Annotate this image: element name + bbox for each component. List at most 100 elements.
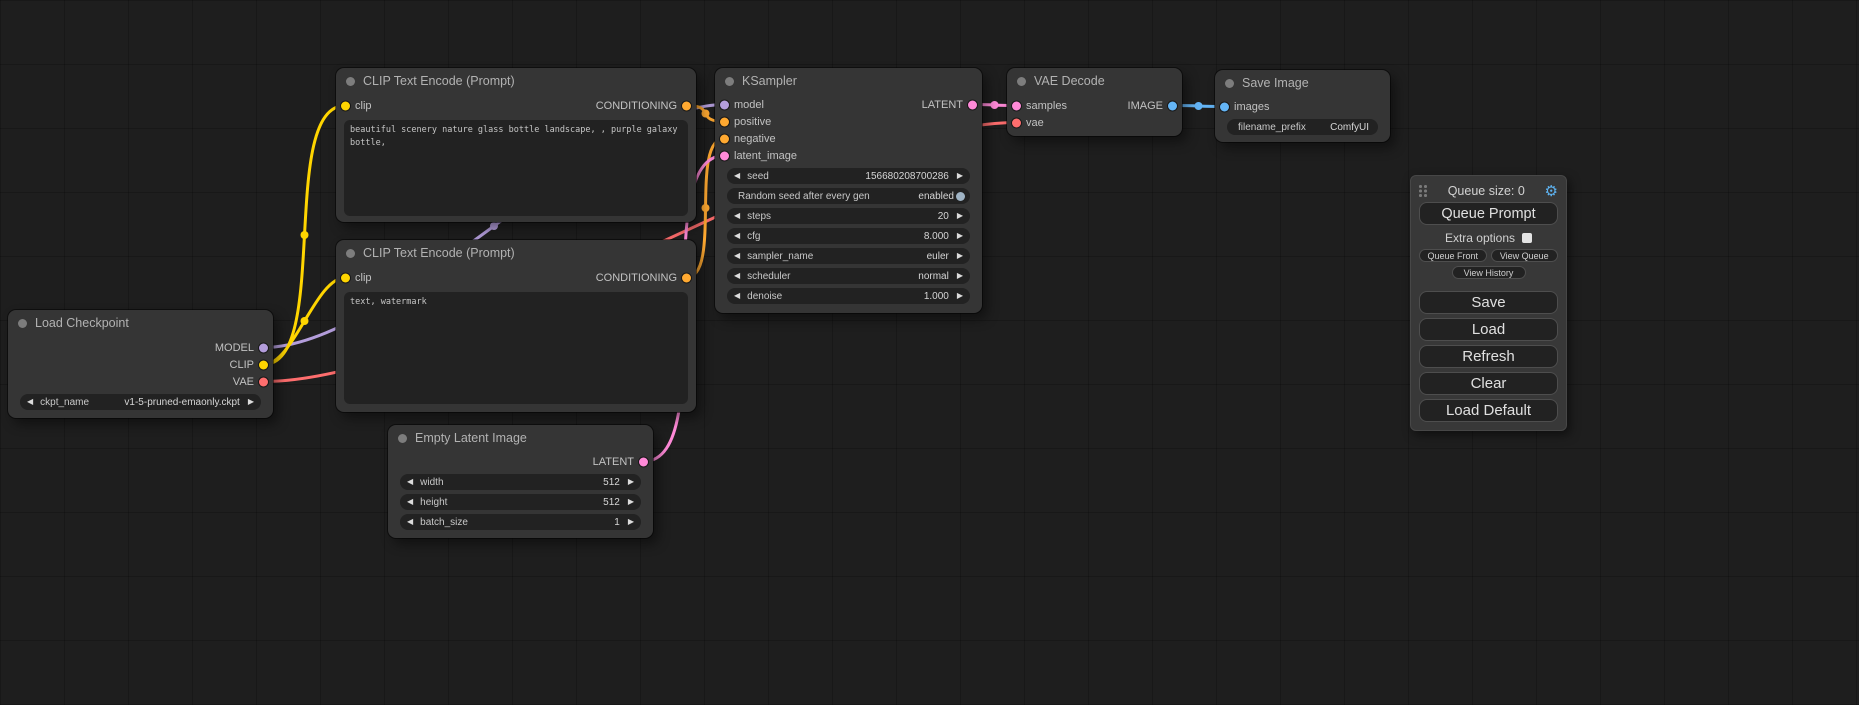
widget-label: batch_size <box>420 517 614 528</box>
ckpt-name-widget[interactable]: ◀ ckpt_name v1-5-pruned-emaonly.ckpt ▶ <box>20 394 261 410</box>
decrement-arrow-icon[interactable]: ◀ <box>407 498 413 506</box>
increment-arrow-icon[interactable]: ▶ <box>957 232 963 240</box>
node-title-bar[interactable]: CLIP Text Encode (Prompt) <box>336 240 696 266</box>
clip-input-dot[interactable] <box>341 101 350 110</box>
widget-value: 512 <box>603 477 620 488</box>
node-load-checkpoint[interactable]: Load Checkpoint MODEL CLIP VAE ◀ ckpt_na… <box>8 310 273 418</box>
conditioning-output-dot[interactable] <box>682 101 691 110</box>
node-title-bar[interactable]: Empty Latent Image <box>388 425 653 451</box>
filename-prefix-widget[interactable]: filename_prefix ComfyUI <box>1227 119 1378 135</box>
clear-button[interactable]: Clear <box>1419 372 1558 395</box>
queue-panel[interactable]: Queue size: 0 ⚙ Queue Prompt Extra optio… <box>1410 175 1567 431</box>
increment-arrow-icon[interactable]: ▶ <box>957 212 963 220</box>
latent-output-dot[interactable] <box>968 100 977 109</box>
random-seed-toggle-widget[interactable]: Random seed after every gen enabled <box>727 188 970 204</box>
toggle-indicator-dot[interactable] <box>956 192 965 201</box>
refresh-button[interactable]: Refresh <box>1419 345 1558 368</box>
cfg-widget[interactable]: ◀ cfg 8.000 ▶ <box>727 228 970 244</box>
next-value-arrow-icon[interactable]: ▶ <box>957 252 963 260</box>
decrement-arrow-icon[interactable]: ◀ <box>734 292 740 300</box>
increment-arrow-icon[interactable]: ▶ <box>628 518 634 526</box>
queue-prompt-button[interactable]: Queue Prompt <box>1419 202 1558 225</box>
collapse-dot-icon[interactable] <box>398 434 407 443</box>
decrement-arrow-icon[interactable]: ◀ <box>734 172 740 180</box>
node-clip-text-encode-positive[interactable]: CLIP Text Encode (Prompt) clip CONDITION… <box>336 68 696 222</box>
node-title-bar[interactable]: Save Image <box>1215 70 1390 96</box>
node-clip-text-encode-negative[interactable]: CLIP Text Encode (Prompt) clip CONDITION… <box>336 240 696 412</box>
widget-label: seed <box>747 171 865 182</box>
collapse-dot-icon[interactable] <box>1225 79 1234 88</box>
denoise-widget[interactable]: ◀ denoise 1.000 ▶ <box>727 288 970 304</box>
node-title-bar[interactable]: CLIP Text Encode (Prompt) <box>336 68 696 94</box>
clip-input-dot[interactable] <box>341 273 350 282</box>
width-widget[interactable]: ◀ width 512 ▶ <box>400 474 641 490</box>
collapse-dot-icon[interactable] <box>346 77 355 86</box>
next-value-arrow-icon[interactable]: ▶ <box>957 272 963 280</box>
node-title-bar[interactable]: KSampler <box>715 68 982 94</box>
scheduler-widget[interactable]: ◀ scheduler normal ▶ <box>727 268 970 284</box>
seed-widget[interactable]: ◀ seed 156680208700286 ▶ <box>727 168 970 184</box>
prev-value-arrow-icon[interactable]: ◀ <box>27 398 33 406</box>
save-button[interactable]: Save <box>1419 291 1558 314</box>
increment-arrow-icon[interactable]: ▶ <box>628 498 634 506</box>
slot-row: model LATENT <box>715 96 982 113</box>
sampler-name-widget[interactable]: ◀ sampler_name euler ▶ <box>727 248 970 264</box>
node-ksampler[interactable]: KSampler model LATENT positive negative … <box>715 68 982 313</box>
prompt-textarea[interactable]: beautiful scenery nature glass bottle la… <box>344 120 688 216</box>
input-slot-negative: negative <box>715 130 982 147</box>
collapse-dot-icon[interactable] <box>346 249 355 258</box>
queue-front-button[interactable]: Queue Front <box>1419 249 1487 262</box>
vae-input-dot[interactable] <box>1012 118 1021 127</box>
collapse-dot-icon[interactable] <box>725 77 734 86</box>
decrement-arrow-icon[interactable]: ◀ <box>407 478 413 486</box>
latent-image-input-dot[interactable] <box>720 151 729 160</box>
model-input-dot[interactable] <box>720 100 729 109</box>
prev-value-arrow-icon[interactable]: ◀ <box>734 272 740 280</box>
node-empty-latent-image[interactable]: Empty Latent Image LATENT ◀ width 512 ▶ … <box>388 425 653 538</box>
vae-output-dot[interactable] <box>259 377 268 386</box>
positive-input-dot[interactable] <box>720 117 729 126</box>
view-history-button[interactable]: View History <box>1452 266 1526 279</box>
view-queue-button[interactable]: View Queue <box>1491 249 1559 262</box>
extra-options-checkbox[interactable] <box>1522 233 1532 243</box>
widget-label: cfg <box>747 231 924 242</box>
negative-input-dot[interactable] <box>720 134 729 143</box>
slot-label: negative <box>734 133 776 145</box>
node-title: CLIP Text Encode (Prompt) <box>363 74 515 88</box>
model-output-dot[interactable] <box>259 343 268 352</box>
decrement-arrow-icon[interactable]: ◀ <box>407 518 413 526</box>
clip-output-dot[interactable] <box>259 360 268 369</box>
widget-value: 156680208700286 <box>865 171 948 182</box>
increment-arrow-icon[interactable]: ▶ <box>628 478 634 486</box>
increment-arrow-icon[interactable]: ▶ <box>957 292 963 300</box>
prompt-textarea[interactable]: text, watermark <box>344 292 688 404</box>
collapse-dot-icon[interactable] <box>1017 77 1026 86</box>
height-widget[interactable]: ◀ height 512 ▶ <box>400 494 641 510</box>
samples-input-dot[interactable] <box>1012 101 1021 110</box>
steps-widget[interactable]: ◀ steps 20 ▶ <box>727 208 970 224</box>
node-title-bar[interactable]: Load Checkpoint <box>8 310 273 336</box>
latent-output-dot[interactable] <box>639 457 648 466</box>
slot-label: positive <box>734 116 771 128</box>
slot-label: LATENT <box>593 456 634 468</box>
load-button[interactable]: Load <box>1419 318 1558 341</box>
node-title: Save Image <box>1242 76 1309 90</box>
decrement-arrow-icon[interactable]: ◀ <box>734 212 740 220</box>
increment-arrow-icon[interactable]: ▶ <box>957 172 963 180</box>
next-value-arrow-icon[interactable]: ▶ <box>248 398 254 406</box>
conditioning-output-dot[interactable] <box>682 273 691 282</box>
load-default-button[interactable]: Load Default <box>1419 399 1558 422</box>
batch-size-widget[interactable]: ◀ batch_size 1 ▶ <box>400 514 641 530</box>
node-vae-decode[interactable]: VAE Decode samples IMAGE vae <box>1007 68 1182 136</box>
widget-label: Random seed after every gen <box>738 191 918 202</box>
node-title-bar[interactable]: VAE Decode <box>1007 68 1182 94</box>
drag-handle-icon[interactable] <box>1419 185 1428 197</box>
node-save-image[interactable]: Save Image images filename_prefix ComfyU… <box>1215 70 1390 142</box>
decrement-arrow-icon[interactable]: ◀ <box>734 232 740 240</box>
collapse-dot-icon[interactable] <box>18 319 27 328</box>
images-input-dot[interactable] <box>1220 102 1229 111</box>
slot-label: vae <box>1026 117 1044 129</box>
settings-gear-icon[interactable]: ⚙ <box>1545 184 1558 199</box>
prev-value-arrow-icon[interactable]: ◀ <box>734 252 740 260</box>
image-output-dot[interactable] <box>1168 101 1177 110</box>
